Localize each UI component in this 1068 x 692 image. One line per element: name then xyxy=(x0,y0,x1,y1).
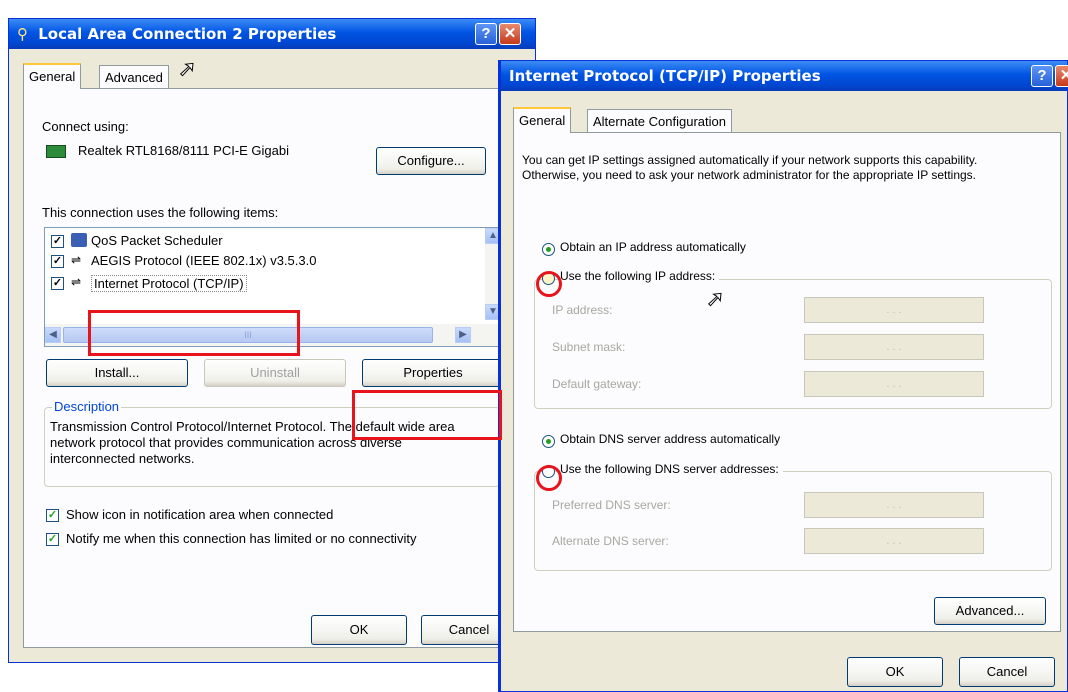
tab-general[interactable]: General xyxy=(513,107,572,133)
items-label: This connection uses the following items… xyxy=(42,205,279,220)
dns-group xyxy=(534,471,1052,571)
subnet-mask-label: Subnet mask: xyxy=(552,340,626,354)
network-icon: ⚲ xyxy=(17,25,28,43)
tcpip-general-panel: You can get IP settings assigned automat… xyxy=(513,132,1061,632)
checkbox-qos[interactable]: ✓ xyxy=(51,235,64,248)
protocol-icon: ⇌ xyxy=(71,275,82,289)
tab-alternate-configuration[interactable]: Alternate Configuration xyxy=(587,109,732,133)
default-gateway-label: Default gateway: xyxy=(552,377,642,391)
uninstall-button[interactable]: Uninstall xyxy=(204,359,346,387)
obtain-dns-radio[interactable] xyxy=(542,435,555,448)
mouse-cursor-icon: ➚ xyxy=(705,286,725,312)
advanced-button[interactable]: Advanced... xyxy=(934,597,1046,625)
scheduler-icon xyxy=(71,233,87,247)
tab-advanced[interactable]: Advanced xyxy=(99,65,169,89)
use-dns-label: Use the following DNS server addresses: xyxy=(560,462,783,476)
network-card-icon xyxy=(46,145,66,158)
subnet-mask-field[interactable]: . . . xyxy=(804,334,984,360)
obtain-ip-radio[interactable] xyxy=(542,243,555,256)
help-button[interactable]: ? xyxy=(475,23,497,45)
adapter-box: Realtek RTL8168/8111 PCI-E Gigabi xyxy=(42,139,362,165)
notify-label: Notify me when this connection has limit… xyxy=(66,531,417,546)
ok-button[interactable]: OK xyxy=(847,657,943,687)
alternate-dns-field[interactable]: . . . xyxy=(804,528,984,554)
preferred-dns-field[interactable]: . . . xyxy=(804,492,984,518)
close-button[interactable]: ✕ xyxy=(1055,65,1068,87)
properties-button[interactable]: Properties xyxy=(362,359,504,387)
list-item[interactable]: ✓ QoS Packet Scheduler xyxy=(49,232,479,252)
adapter-name: Realtek RTL8168/8111 PCI-E Gigabi xyxy=(78,143,290,158)
obtain-ip-label: Obtain an IP address automatically xyxy=(560,240,746,254)
annotation-circle xyxy=(536,271,562,297)
lac-general-panel: Connect using: Realtek RTL8168/8111 PCI-… xyxy=(23,88,504,648)
ok-button[interactable]: OK xyxy=(311,615,407,645)
item-label: AEGIS Protocol (IEEE 802.1x) v3.5.3.0 xyxy=(91,253,317,268)
ip-address-field[interactable]: . . . xyxy=(804,297,984,323)
tcpip-properties-window: Internet Protocol (TCP/IP) Properties ? … xyxy=(498,60,1068,692)
mouse-cursor-icon: ➚ xyxy=(177,56,197,82)
default-gateway-field[interactable]: . . . xyxy=(804,371,984,397)
show-icon-label: Show icon in notification area when conn… xyxy=(66,507,334,522)
lac-title: Local Area Connection 2 Properties xyxy=(38,25,337,43)
connect-using-label: Connect using: xyxy=(42,119,129,134)
tcpip-title: Internet Protocol (TCP/IP) Properties xyxy=(509,67,821,85)
show-icon-checkbox[interactable]: ✓ xyxy=(46,509,59,522)
tab-general[interactable]: General xyxy=(23,63,82,89)
annotation-highlight-box xyxy=(352,390,502,440)
protocol-icon: ⇌ xyxy=(71,253,82,267)
annotation-circle xyxy=(536,465,562,491)
install-button[interactable]: Install... xyxy=(46,359,188,387)
obtain-dns-label: Obtain DNS server address automatically xyxy=(560,432,781,446)
list-item[interactable]: ✓ ⇌ Internet Protocol (TCP/IP) xyxy=(49,274,479,294)
lac-title-bar[interactable]: ⚲ Local Area Connection 2 Properties xyxy=(9,19,535,49)
checkbox-aegis[interactable]: ✓ xyxy=(51,255,64,268)
preferred-dns-label: Preferred DNS server: xyxy=(552,498,671,512)
list-item[interactable]: ✓ ⇌ AEGIS Protocol (IEEE 802.1x) v3.5.3.… xyxy=(49,252,479,272)
notify-checkbox[interactable]: ✓ xyxy=(46,533,59,546)
scroll-right-icon[interactable]: ▶ xyxy=(455,327,471,343)
cancel-button[interactable]: Cancel xyxy=(959,657,1055,687)
intro-text: You can get IP settings assigned automat… xyxy=(522,153,978,182)
use-ip-label: Use the following IP address: xyxy=(560,269,720,283)
item-label: QoS Packet Scheduler xyxy=(91,233,223,248)
annotation-highlight-box xyxy=(88,310,300,356)
description-label: Description xyxy=(52,399,122,414)
alternate-dns-label: Alternate DNS server: xyxy=(552,534,669,548)
item-label: Internet Protocol (TCP/IP) xyxy=(91,275,247,292)
close-button[interactable]: ✕ xyxy=(499,23,521,45)
scroll-left-icon[interactable]: ◀ xyxy=(45,327,61,343)
ip-address-label: IP address: xyxy=(552,303,613,317)
configure-button[interactable]: Configure... xyxy=(376,147,486,175)
checkbox-tcpip[interactable]: ✓ xyxy=(51,277,64,290)
tcpip-title-bar[interactable]: Internet Protocol (TCP/IP) Properties xyxy=(501,61,1067,91)
help-button[interactable]: ? xyxy=(1031,65,1053,87)
